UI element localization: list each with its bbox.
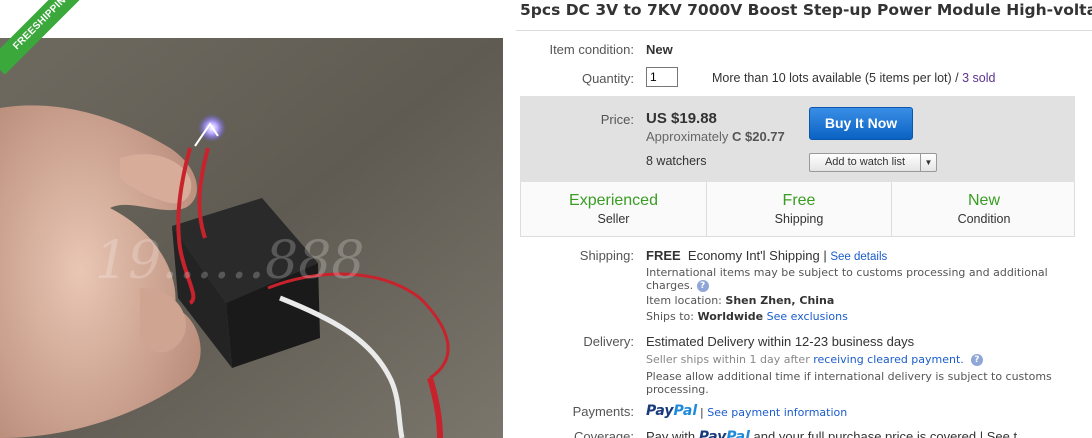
- condition-value: New: [646, 42, 673, 57]
- add-to-watch-list-button[interactable]: Add to watch list ▼: [809, 153, 937, 172]
- coverage-text: Pay with PayPal and your full purchase p…: [646, 429, 1017, 438]
- badge-new-condition: New Condition: [891, 182, 1076, 236]
- buy-it-now-button[interactable]: Buy It Now: [809, 107, 913, 140]
- cleared-payment-link[interactable]: receiving cleared payment.: [813, 353, 964, 366]
- badge-experienced-seller: Experienced Seller: [521, 182, 706, 236]
- ships-to: Ships to: Worldwide See exclusions: [646, 310, 848, 323]
- badges-strip: Experienced Seller Free Shipping New Con…: [520, 182, 1075, 237]
- paypal-pay: Pay: [646, 403, 674, 419]
- delivery-label: Delivery:: [583, 334, 634, 349]
- badge-title: Experienced: [569, 192, 658, 209]
- approx-price: Approximately C $20.77: [646, 129, 785, 144]
- delivery-estimate: Estimated Delivery within 12-23 business…: [646, 334, 915, 349]
- condition-label: Item condition:: [549, 42, 634, 57]
- title-divider: [516, 30, 1092, 31]
- watermark: 19……888: [95, 231, 364, 291]
- watch-list-label[interactable]: Add to watch list: [810, 154, 920, 171]
- ribbon-label: FREESHIPPING: [0, 0, 97, 75]
- coverage-label: Coverage:: [574, 429, 634, 438]
- item-location-label: Item location:: [646, 294, 722, 307]
- paypal-logo: PayPal: [646, 403, 697, 419]
- coverage-suffix: and your full purchase price is covered: [753, 429, 977, 438]
- badge-title: New: [967, 192, 1000, 209]
- delivery-note: Please allow additional time if internat…: [646, 370, 1052, 396]
- price-box: [520, 96, 1075, 182]
- coverage-tail: | See t: [979, 429, 1018, 438]
- free-shipping-ribbon: FREESHIPPING: [0, 0, 100, 100]
- badge-title: Free: [782, 192, 816, 209]
- badge-free-shipping: Free Shipping: [706, 182, 891, 236]
- payment-info: | See payment information: [700, 406, 847, 419]
- payments-label: Payments:: [572, 404, 634, 419]
- approx-text: Approximately: [646, 129, 729, 144]
- coverage-prefix: Pay with: [646, 429, 696, 438]
- see-exclusions-link[interactable]: See exclusions: [767, 310, 848, 323]
- badge-subtitle: Condition: [957, 212, 1011, 226]
- item-location-value: Shen Zhen, China: [725, 294, 835, 307]
- quantity-input[interactable]: [646, 67, 678, 87]
- shipping-free: FREE: [646, 248, 681, 263]
- price-value: US $19.88: [646, 110, 717, 127]
- watchers-count: 8 watchers: [646, 154, 707, 168]
- availability-separator: /: [951, 71, 963, 85]
- quantity-availability: More than 10 lots available (5 items per…: [712, 71, 995, 85]
- payment-separator: |: [700, 406, 704, 419]
- help-icon[interactable]: ?: [696, 280, 709, 292]
- quantity-label: Quantity:: [581, 71, 634, 86]
- handling-prefix: Seller ships within 1 day after: [646, 353, 810, 366]
- ships-to-value: Worldwide: [697, 310, 764, 323]
- see-details-link[interactable]: See details: [830, 251, 887, 263]
- sold-count-link[interactable]: 3 sold: [962, 71, 995, 85]
- paypal-pal: Pal: [673, 403, 698, 419]
- badge-subtitle: Seller: [597, 212, 630, 226]
- approx-value: C $20.77: [732, 129, 785, 144]
- handling-time: Seller ships within 1 day after receivin…: [646, 353, 983, 366]
- customs-note: International items may be subject to cu…: [646, 266, 1066, 292]
- item-location: Item location: Shen Zhen, China: [646, 294, 834, 307]
- availability-text: More than 10 lots available (5 items per…: [712, 71, 952, 85]
- shipping-method: Economy Int'l Shipping |: [687, 248, 827, 263]
- shipping-value: FREE Economy Int'l Shipping | See detail…: [646, 248, 887, 263]
- listing-title: 5pcs DC 3V to 7KV 7000V Boost Step-up Po…: [520, 1, 1092, 19]
- shipping-label: Shipping:: [579, 248, 634, 263]
- ships-to-label: Ships to:: [646, 310, 694, 323]
- see-payment-info-link[interactable]: See payment information: [707, 406, 847, 419]
- paypal-logo-coverage: PayPal: [698, 429, 750, 438]
- price-label: Price:: [600, 112, 634, 127]
- badge-subtitle: Shipping: [774, 212, 824, 226]
- help-icon[interactable]: ?: [970, 354, 983, 366]
- product-photo-panel: FREESHIPPING 19……888: [0, 0, 503, 438]
- dropdown-arrow-icon[interactable]: ▼: [920, 154, 936, 171]
